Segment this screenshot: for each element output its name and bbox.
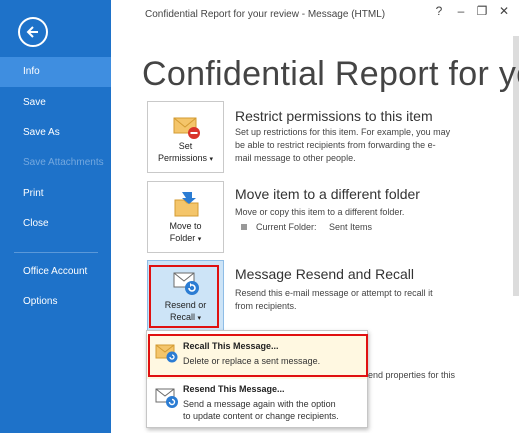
restore-button[interactable]: ❐: [473, 4, 491, 18]
resend-this-message-item[interactable]: Resend This Message... Send a message ag…: [147, 381, 367, 425]
permissions-desc-1: Set up restrictions for this item. For e…: [235, 127, 451, 137]
move-to-folder-label-1: Move to: [169, 221, 202, 231]
current-folder-label: Current Folder:: [256, 222, 317, 232]
resend-message-icon: [155, 388, 178, 408]
sidebar-item-save-as[interactable]: Save As: [0, 118, 111, 148]
resend-this-message-desc-2: to update content or change recipients.: [183, 411, 339, 421]
permissions-desc-3: mail message to other people.: [235, 153, 356, 163]
sidebar-item-close[interactable]: Close: [0, 209, 111, 239]
backstage-sidebar: Info Save Save As Save Attachments Print…: [0, 0, 111, 433]
sidebar-item-print[interactable]: Print: [0, 179, 111, 209]
page-title: Confidential Report for yo: [142, 55, 519, 93]
resend-this-message-title: Resend This Message...: [183, 384, 285, 394]
envelope-restrict-icon: [173, 117, 200, 139]
permissions-title: Restrict permissions to this item: [235, 108, 433, 124]
recall-item-highlight: [148, 334, 368, 377]
resend-desc-2: from recipients.: [235, 301, 297, 311]
sidebar-item-save-attachments: Save Attachments: [23, 157, 104, 168]
move-title: Move item to a different folder: [235, 186, 420, 202]
folder-bullet-icon: [241, 224, 247, 230]
back-button[interactable]: [18, 17, 48, 47]
set-permissions-label-1: Set: [178, 141, 193, 151]
resend-button-highlight: [149, 265, 219, 328]
minimize-button[interactable]: –: [452, 4, 470, 18]
set-permissions-button[interactable]: Set Permissions ▾: [147, 101, 224, 173]
sidebar-divider: [14, 252, 98, 253]
obscured-properties-text: end properties for this: [368, 370, 456, 380]
help-button[interactable]: ?: [430, 4, 448, 18]
move-to-folder-label-2: Folder ▾: [169, 233, 202, 243]
resend-desc-1: Resend this e-mail message or attempt to…: [235, 288, 433, 298]
permissions-desc-2: be able to restrict recipients from forw…: [235, 140, 436, 150]
sidebar-item-save[interactable]: Save: [0, 88, 111, 118]
move-to-folder-button[interactable]: Move to Folder ▾: [147, 181, 224, 253]
resend-title: Message Resend and Recall: [235, 266, 414, 282]
current-folder-value: Sent Items: [329, 222, 373, 232]
back-arrow-icon: [26, 26, 38, 38]
close-button[interactable]: ✕: [495, 4, 513, 18]
sidebar-item-info[interactable]: Info: [0, 57, 111, 87]
resend-this-message-desc-1: Send a message again with the option: [183, 399, 336, 409]
folder-move-icon: [174, 192, 199, 217]
set-permissions-label-2: Permissions ▾: [157, 153, 214, 163]
sidebar-item-office-account[interactable]: Office Account: [0, 257, 111, 287]
window-title: Confidential Report for your review - Me…: [145, 9, 386, 20]
sidebar-item-options[interactable]: Options: [0, 287, 111, 317]
move-desc: Move or copy this item to a different fo…: [235, 207, 405, 217]
